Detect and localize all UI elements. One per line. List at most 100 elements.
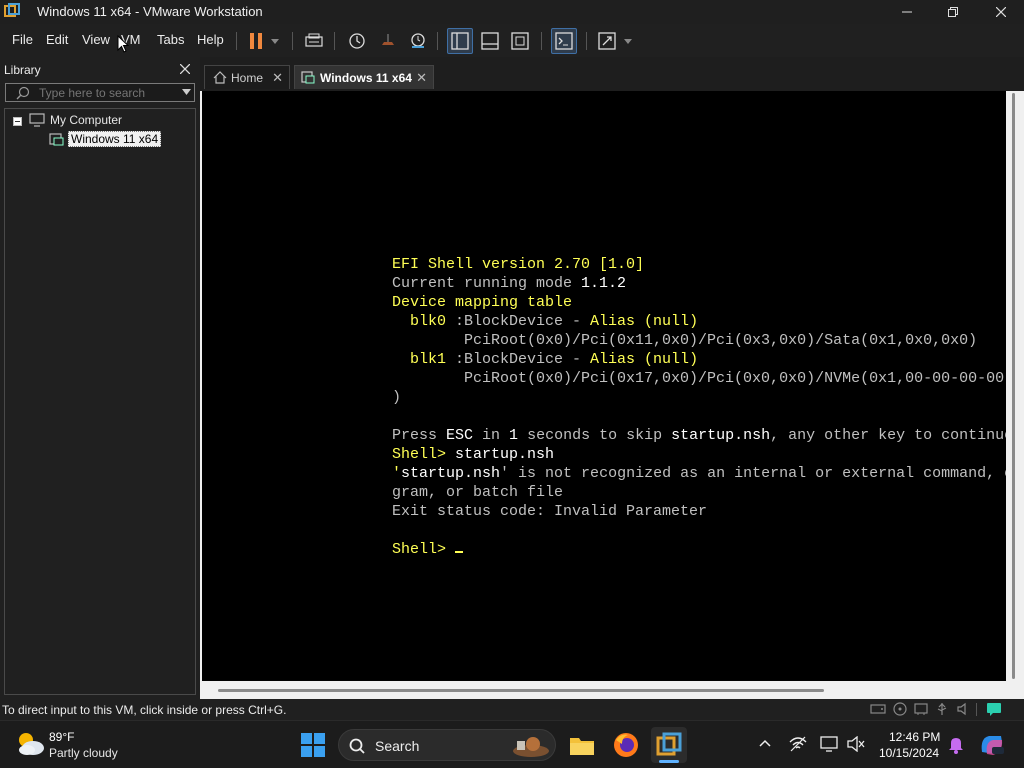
menu-tabs[interactable]: Tabs [157, 32, 184, 47]
tab-home[interactable]: Home ✕ [204, 65, 290, 89]
power-dropdown[interactable] [266, 28, 284, 54]
vm-console-frame: EFI Shell version 2.70 [1.0] Current run… [200, 91, 1024, 699]
snapshot-button[interactable] [344, 28, 370, 54]
minimize-icon [902, 11, 912, 13]
close-icon [996, 7, 1006, 17]
chevron-up-icon[interactable] [759, 739, 771, 747]
library-search-input[interactable] [39, 85, 179, 100]
text-cursor [455, 551, 464, 553]
taskbar-search[interactable]: Search [338, 729, 556, 761]
tree-item-label: My Computer [50, 113, 123, 127]
thumbnail-bar-button[interactable] [477, 28, 503, 54]
window-title: Windows 11 x64 - VMware Workstation [37, 4, 263, 19]
send-ctrl-alt-del-button[interactable] [301, 28, 327, 54]
console-icon [555, 32, 573, 50]
keyboard-icon [305, 33, 323, 47]
library-search-box[interactable] [5, 83, 195, 102]
display-icon[interactable] [820, 736, 838, 752]
start-button[interactable] [295, 727, 331, 763]
vertical-scrollbar[interactable] [1006, 91, 1022, 681]
vm-icon [49, 133, 64, 146]
network-adapter-icon[interactable] [913, 702, 929, 716]
home-icon [213, 71, 227, 84]
snapshot-manager-button[interactable] [405, 28, 431, 54]
menu-toolbar: File Edit View VM Tabs Help [0, 24, 1024, 57]
file-explorer-button[interactable] [564, 727, 600, 763]
console-view-button[interactable] [551, 28, 577, 54]
full-screen-button[interactable] [507, 28, 533, 54]
vm-console-screen[interactable]: EFI Shell version 2.70 [1.0] Current run… [202, 91, 1006, 681]
menu-help[interactable]: Help [197, 32, 224, 47]
search-label: Search [375, 738, 420, 754]
stretch-dropdown[interactable] [619, 28, 637, 54]
cd-drive-icon[interactable] [892, 702, 908, 716]
tree-collapse-toggle[interactable] [13, 117, 22, 126]
library-tree: My Computer Windows 11 x64 [4, 108, 196, 695]
status-text: To direct input to this VM, click inside… [2, 703, 287, 717]
restore-icon [948, 7, 958, 17]
mouse-pointer-icon [117, 35, 129, 53]
scrollbar-thumb[interactable] [218, 689, 824, 692]
snapshot-manager-icon [411, 33, 425, 48]
library-close-button[interactable] [179, 61, 191, 77]
search-icon [16, 86, 30, 100]
revert-icon [382, 34, 394, 45]
minimize-button[interactable] [884, 0, 930, 24]
copilot-icon[interactable] [979, 732, 1005, 758]
tab-close-button[interactable]: ✕ [416, 70, 427, 86]
sound-card-icon[interactable] [956, 702, 972, 716]
vmware-icon [656, 732, 682, 756]
restore-button[interactable] [930, 0, 976, 24]
efi-shell-output: EFI Shell version 2.70 [1.0] Current run… [392, 256, 1006, 558]
title-bar: Windows 11 x64 - VMware Workstation [0, 0, 1024, 24]
menu-view[interactable]: View [82, 32, 110, 47]
menu-edit[interactable]: Edit [46, 32, 68, 47]
search-highlight-icon [513, 737, 549, 757]
close-button[interactable] [978, 0, 1024, 24]
horizontal-scrollbar[interactable] [200, 681, 1006, 699]
tab-label: Windows 11 x64 [320, 70, 412, 85]
clock-date[interactable]: 10/15/2024 [879, 746, 939, 760]
menu-file[interactable]: File [12, 32, 33, 47]
stretch-guest-button[interactable] [594, 28, 620, 54]
revert-snapshot-button[interactable] [375, 28, 401, 54]
full-screen-icon [511, 32, 529, 50]
vmware-app-icon [4, 3, 20, 17]
snapshot-clock-icon [349, 33, 365, 49]
tree-item-my-computer[interactable]: My Computer [29, 113, 122, 127]
tab-close-button[interactable]: ✕ [272, 70, 283, 86]
network-status-icon[interactable] [789, 736, 807, 752]
status-bar: To direct input to this VM, click inside… [0, 699, 1024, 720]
tree-item-vm[interactable]: Windows 11 x64 [49, 131, 162, 147]
message-log-icon[interactable] [986, 702, 1002, 716]
pause-icon [250, 33, 262, 49]
weather-description[interactable]: Partly cloudy [49, 746, 118, 760]
tab-strip: Home ✕ Windows 11 x64 ✕ [200, 57, 1024, 91]
vmware-taskbar-button[interactable] [651, 727, 687, 763]
show-library-button[interactable] [447, 28, 473, 54]
library-panel-icon [451, 32, 469, 50]
folder-icon [570, 738, 594, 755]
chevron-down-icon [271, 38, 279, 44]
firefox-button[interactable] [608, 727, 644, 763]
notification-bell-icon[interactable] [948, 736, 964, 754]
chevron-down-icon[interactable] [182, 89, 191, 95]
volume-muted-icon[interactable] [847, 736, 865, 752]
tree-item-label: Windows 11 x64 [68, 131, 162, 147]
windows-start-icon [301, 733, 325, 757]
computer-icon [29, 113, 45, 127]
clock-time[interactable]: 12:46 PM [889, 730, 940, 744]
tab-label: Home [231, 70, 264, 85]
scrollbar-thumb[interactable] [1012, 93, 1015, 679]
search-icon [349, 738, 365, 754]
weather-partly-cloudy-icon[interactable] [14, 729, 46, 759]
hard-disk-icon[interactable] [870, 702, 886, 716]
close-icon [179, 63, 191, 75]
usb-icon[interactable] [934, 702, 950, 716]
weather-temperature[interactable]: 89°F [49, 730, 74, 744]
thumbnail-bar-icon [481, 32, 499, 50]
chevron-down-icon [624, 38, 632, 44]
tab-vm[interactable]: Windows 11 x64 ✕ [294, 65, 434, 89]
windows-taskbar: 89°F Partly cloudy Search 12:46 PM 10/15… [0, 720, 1024, 768]
library-panel: Library My Computer Windows 11 x64 [0, 57, 200, 699]
